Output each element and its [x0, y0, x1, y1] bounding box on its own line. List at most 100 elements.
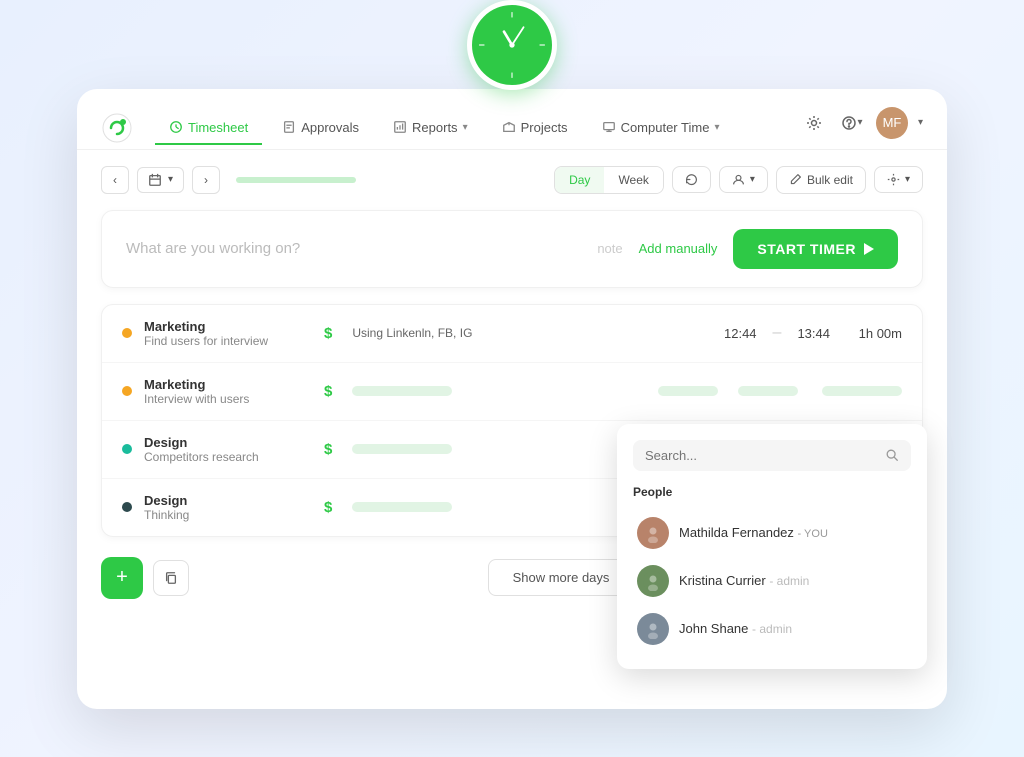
avatar: [637, 517, 669, 549]
entry-end-skeleton: [738, 386, 798, 396]
entry-task: Interview with users: [144, 392, 304, 406]
day-toggle-button[interactable]: Day: [555, 167, 604, 193]
edit-icon: [789, 173, 802, 186]
people-section-label: People: [633, 485, 911, 499]
billable-icon: $: [324, 383, 332, 400]
copy-button[interactable]: [153, 560, 189, 596]
more-settings-button[interactable]: ▾: [874, 166, 923, 193]
entry-info: Design Competitors research: [144, 435, 304, 464]
timer-placeholder[interactable]: What are you working on?: [126, 240, 581, 257]
avatar: [637, 565, 669, 597]
computer-time-label: Computer Time: [621, 120, 710, 135]
logo[interactable]: [101, 112, 133, 144]
calendar-icon: [148, 173, 162, 187]
monitor-nav-icon: [602, 120, 616, 134]
play-icon: [864, 243, 874, 255]
entry-project: Design: [144, 435, 304, 450]
add-entry-button[interactable]: +: [101, 557, 143, 599]
person-item[interactable]: Kristina Currier - admin: [633, 557, 911, 605]
timer-section: What are you working on? note Add manual…: [101, 210, 923, 288]
computer-time-chevron-icon: ▾: [714, 122, 719, 133]
avatar-image: [643, 619, 663, 639]
person-name: Mathilda Fernandez - YOU: [679, 525, 828, 540]
day-week-toggle: Day Week: [554, 166, 664, 194]
gear-icon: [806, 115, 822, 131]
reports-nav-icon: [393, 120, 407, 134]
search-input[interactable]: [645, 448, 877, 463]
approvals-label: Approvals: [301, 120, 359, 135]
reports-label: Reports: [412, 120, 458, 135]
entry-task: Thinking: [144, 508, 304, 522]
toolbar: ‹ ▾ › Day Week: [77, 150, 947, 210]
help-nav-button[interactable]: ▾: [838, 109, 866, 137]
nav-item-timesheet[interactable]: Timesheet: [155, 112, 262, 145]
table-row[interactable]: Marketing Find users for interview $ Usi…: [102, 305, 922, 363]
dot-indicator: [122, 444, 132, 454]
app-window: Timesheet Approvals Reports ▾: [77, 89, 947, 709]
prev-icon: ‹: [113, 173, 117, 187]
user-filter-button[interactable]: ▾: [719, 166, 768, 193]
date-picker-button[interactable]: ▾: [137, 167, 184, 193]
person-name: John Shane - admin: [679, 621, 792, 636]
user-avatar[interactable]: MF: [876, 107, 908, 139]
more-settings-chevron: ▾: [905, 174, 910, 185]
clock-svg: [472, 0, 552, 90]
bulk-edit-button[interactable]: Bulk edit: [776, 166, 866, 194]
entry-desc-skeleton: [352, 386, 452, 396]
reports-chevron-icon: ▾: [463, 122, 468, 133]
billable-icon: $: [324, 441, 332, 458]
add-icon: +: [116, 566, 128, 589]
dot-indicator: [122, 502, 132, 512]
person-item[interactable]: Mathilda Fernandez - YOU: [633, 509, 911, 557]
start-timer-button[interactable]: START TIMER: [733, 229, 898, 269]
billable-icon: $: [324, 499, 332, 516]
entry-task: Find users for interview: [144, 334, 304, 348]
timer-note: note: [597, 241, 622, 256]
table-row[interactable]: Marketing Interview with users $: [102, 363, 922, 421]
entry-task: Competitors research: [144, 450, 304, 464]
add-manually-button[interactable]: Add manually: [639, 241, 718, 256]
entry-project: Design: [144, 493, 304, 508]
refresh-button[interactable]: [672, 166, 711, 193]
toolbar-right: Day Week ▾: [554, 166, 923, 194]
nav-item-reports[interactable]: Reports ▾: [379, 112, 482, 145]
entry-info: Design Thinking: [144, 493, 304, 522]
entry-end-time: 13:44: [797, 326, 830, 341]
user-filter-icon: [732, 173, 745, 186]
entry-desc-skeleton: [352, 444, 452, 454]
dot-indicator: [122, 386, 132, 396]
nav-item-computer-time[interactable]: Computer Time ▾: [588, 112, 734, 145]
nav-item-approvals[interactable]: Approvals: [268, 112, 373, 145]
person-item[interactable]: John Shane - admin: [633, 605, 911, 653]
search-icon: [885, 448, 899, 462]
settings-nav-button[interactable]: [800, 109, 828, 137]
avatar: [637, 613, 669, 645]
entry-project: Marketing: [144, 377, 304, 392]
prev-button[interactable]: ‹: [101, 166, 129, 194]
entry-duration: 1h 00m: [842, 326, 902, 341]
people-dropdown: People Mathilda Fernandez - YOU: [617, 424, 927, 669]
week-toggle-button[interactable]: Week: [604, 167, 662, 193]
projects-label: Projects: [521, 120, 568, 135]
help-chevron: ▾: [857, 117, 862, 128]
timesheet-label: Timesheet: [188, 120, 248, 135]
person-name: Kristina Currier - admin: [679, 573, 809, 588]
bulk-edit-label: Bulk edit: [807, 173, 853, 187]
next-button[interactable]: ›: [192, 166, 220, 194]
show-more-button[interactable]: Show more days: [488, 559, 635, 596]
search-box: [633, 440, 911, 471]
dot-indicator: [122, 328, 132, 338]
approvals-nav-icon: [282, 120, 296, 134]
projects-nav-icon: [502, 120, 516, 134]
settings-icon: [887, 173, 900, 186]
help-icon: [841, 115, 857, 131]
entry-duration-skeleton: [822, 386, 902, 396]
clock-nav-icon: [169, 120, 183, 134]
nav-bar: Timesheet Approvals Reports ▾: [77, 89, 947, 150]
avatar-chevron-icon: ▾: [918, 117, 923, 128]
entry-description: Using Linkenln, FB, IG: [352, 326, 712, 340]
nav-item-projects[interactable]: Projects: [488, 112, 582, 145]
refresh-icon: [685, 173, 698, 186]
entry-start-skeleton: [658, 386, 718, 396]
avatar-image: [643, 523, 663, 543]
